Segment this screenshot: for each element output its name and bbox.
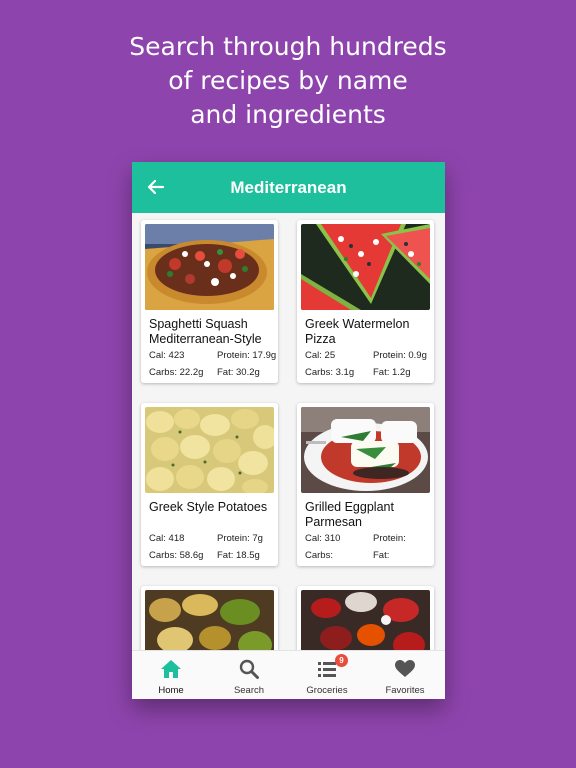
recipe-photo-spaghetti-squash [145,224,274,310]
heart-icon [395,660,415,677]
recipe-fat: Fat: [373,550,390,561]
recipe-fat: Fat: 18.5g [217,550,260,561]
recipe-carbs: Carbs: 58.6g [149,550,204,561]
promo-headline: Search through hundreds of recipes by na… [0,30,576,132]
arrow-left-icon [147,179,165,195]
recipe-grid: Spaghetti Squash Mediterranean-Style Cal… [132,213,445,650]
recipe-card-greek-potatoes[interactable]: Greek Style Potatoes Cal: 418 Protein: 7… [141,403,278,566]
recipe-card-partial-1[interactable] [141,586,278,650]
recipe-protein: Protein: 0.9g [373,350,427,361]
recipe-name: Greek Watermelon Pizza [305,317,410,346]
recipe-name: Greek Style Potatoes [149,500,268,514]
groceries-count-badge: 9 [335,654,348,667]
recipe-name: Spaghetti Squash Mediterranean-Style [149,317,262,346]
nav-favorites-label: Favorites [385,685,425,696]
nav-groceries[interactable]: 9 Groceries [288,651,366,699]
recipe-calories: Cal: 310 [305,533,341,544]
recipe-card-eggplant-parmesan[interactable]: Grilled Eggplant Parmesan Cal: 310 Prote… [297,403,434,566]
recipe-carbs: Carbs: 3.1g [305,367,355,378]
app-bar: Mediterranean [132,162,445,213]
search-icon [239,659,259,679]
recipe-photo-partial-1 [145,590,274,650]
back-button[interactable] [145,176,167,198]
recipe-calories: Cal: 25 [305,350,336,361]
recipe-card-watermelon-pizza[interactable]: Greek Watermelon Pizza Cal: 25 Protein: … [297,220,434,383]
recipe-protein: Protein: [373,533,406,544]
recipe-photo-watermelon-pizza [301,224,430,310]
recipe-carbs: Carbs: 22.2g [149,367,204,378]
headline-line-2: of recipes by name [168,66,408,95]
recipe-card-partial-2[interactable] [297,586,434,650]
recipe-photo-greek-potatoes [145,407,274,493]
recipe-fat: Fat: 30.2g [217,367,260,378]
recipe-calories: Cal: 423 [149,350,185,361]
recipe-photo-eggplant-parmesan [301,407,430,493]
nav-search-label: Search [233,685,265,696]
recipe-card-spaghetti-squash[interactable]: Spaghetti Squash Mediterranean-Style Cal… [141,220,278,383]
recipe-photo-partial-2 [301,590,430,650]
nav-favorites[interactable]: Favorites [366,651,444,699]
recipe-fat: Fat: 1.2g [373,367,411,378]
nav-groceries-label: Groceries [306,685,348,696]
home-icon [161,660,181,678]
headline-line-1: Search through hundreds [129,32,447,61]
recipe-name: Grilled Eggplant Parmesan [305,500,394,529]
recipe-protein: Protein: 7g [217,533,263,544]
nav-home-label: Home [158,685,184,696]
nav-home[interactable]: Home [132,651,210,699]
headline-line-3: and ingredients [190,100,386,129]
recipe-carbs: Carbs: [305,550,333,561]
page-title: Mediterranean [230,178,347,197]
nav-search[interactable]: Search [210,651,288,699]
recipe-calories: Cal: 418 [149,533,185,544]
recipe-protein: Protein: 17.9g [217,350,277,361]
bottom-navigation: Home Search 9 Groceries Favorites [132,650,445,699]
phone-screen: Mediterranean Spaghetti Squash Mediterra… [132,162,445,699]
